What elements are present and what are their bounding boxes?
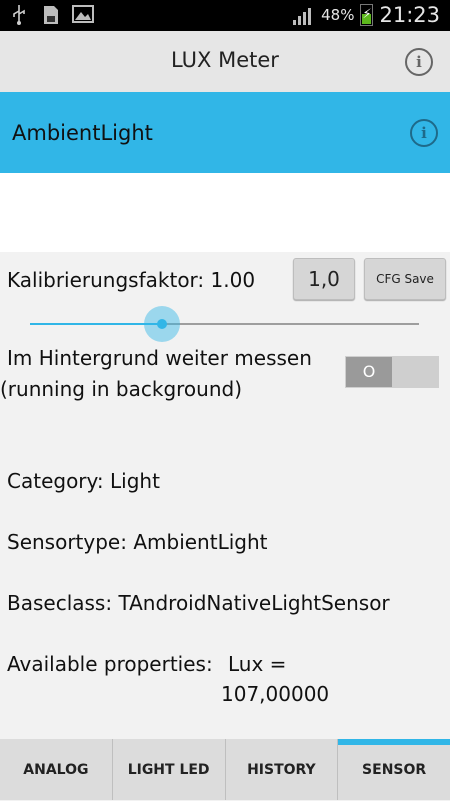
tab-history[interactable]: HISTORY (224, 739, 338, 800)
slider-fill (30, 323, 162, 325)
image-icon (72, 5, 94, 25)
bottom-tab-bar: ANALOG LIGHT LED HISTORY SENSOR (0, 739, 450, 800)
sensor-name: AmbientLight (12, 121, 153, 145)
tab-history-label: HISTORY (247, 762, 316, 778)
toggle-knob: O (346, 357, 392, 387)
app-header: LUX Meter i (0, 31, 450, 93)
sensor-info-icon[interactable]: i (410, 119, 438, 147)
background-label-line1: Im Hintergrund weiter messen (7, 346, 312, 370)
sensortype-text: Sensortype: AmbientLight (7, 530, 268, 554)
tab-light-led-label: LIGHT LED (127, 762, 210, 778)
blank-panel (0, 173, 450, 252)
sensor-header: AmbientLight i (0, 92, 450, 173)
tab-sensor[interactable]: SENSOR (337, 739, 450, 800)
baseclass-text: Baseclass: TAndroidNativeLightSensor (7, 591, 390, 615)
tab-analog-label: ANALOG (23, 762, 89, 778)
info-icon[interactable]: i (405, 48, 433, 76)
properties-value-line1: Lux = (228, 652, 287, 676)
slider-thumb[interactable] (144, 306, 180, 342)
battery-charging-icon: ⚡ (360, 4, 374, 26)
background-label-line2: (running in background) (0, 377, 243, 401)
calibration-label: Kalibrierungsfaktor: 1.00 (7, 268, 256, 292)
cfg-save-button[interactable]: CFG Save (364, 258, 446, 300)
active-tab-indicator (338, 739, 450, 745)
calibration-value-button[interactable]: 1,0 (293, 258, 355, 300)
sd-card-icon (40, 5, 62, 25)
battery-percent: 48% (321, 6, 355, 24)
properties-label: Available properties: (7, 652, 213, 676)
status-bar: 48% ⚡ 21:23 (0, 0, 450, 31)
signal-icon (293, 5, 315, 25)
app-title: LUX Meter (171, 48, 279, 72)
clock: 21:23 (379, 3, 440, 27)
tab-light-led[interactable]: LIGHT LED (111, 739, 225, 800)
background-toggle[interactable]: O (345, 356, 439, 388)
calibration-slider[interactable] (30, 306, 419, 342)
tab-analog[interactable]: ANALOG (0, 739, 112, 800)
tab-sensor-label: SENSOR (362, 762, 427, 778)
category-text: Category: Light (7, 469, 160, 493)
usb-icon (8, 5, 30, 25)
properties-value-line2: 107,00000 (221, 682, 330, 706)
